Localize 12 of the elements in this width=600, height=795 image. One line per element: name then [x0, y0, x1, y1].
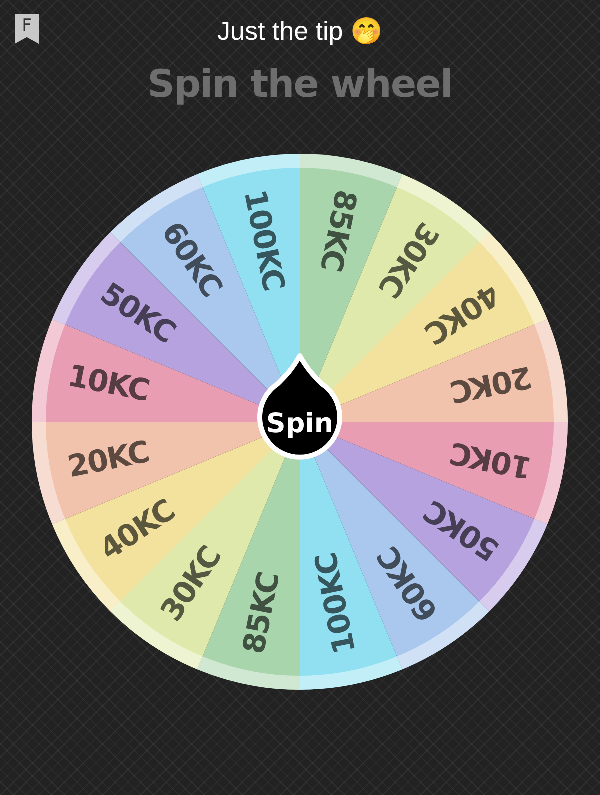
story-title: Just the tip 🤭: [218, 16, 382, 46]
segment-label: 85KC: [312, 187, 364, 274]
segment-label: 20KC: [448, 358, 535, 410]
segment-label: 10KC: [448, 434, 535, 486]
segment-label: 20KC: [65, 434, 152, 486]
spin-button[interactable]: Spin: [258, 354, 342, 460]
segment-label: 100KC: [236, 187, 291, 294]
segment-label: 85KC: [236, 570, 288, 657]
bookmark-badge[interactable]: F: [15, 14, 39, 44]
segment-label: 10KC: [65, 358, 152, 410]
heading: Spin the wheel: [148, 62, 452, 108]
segment-label: 100KC: [309, 550, 364, 657]
